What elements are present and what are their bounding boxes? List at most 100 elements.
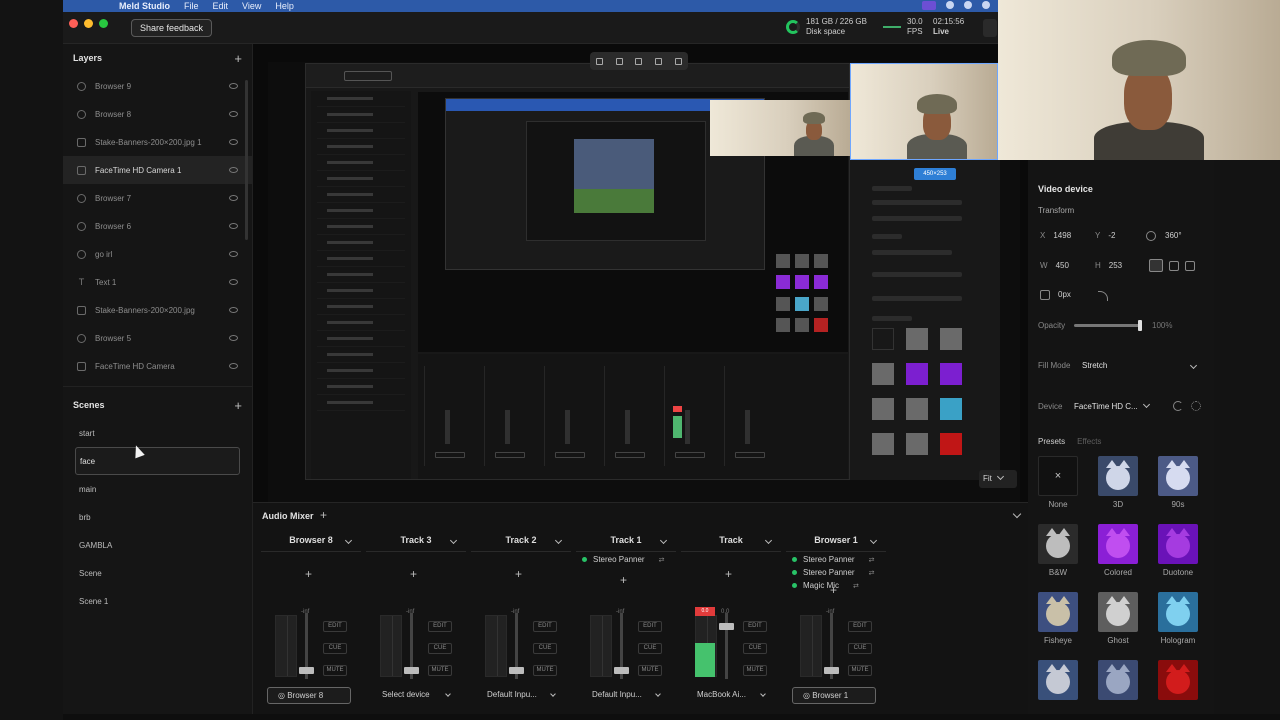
layer-item[interactable]: Stake-Banners-200×200.jpg — [63, 296, 252, 324]
layer-item[interactable]: Browser 6 — [63, 212, 252, 240]
scene-item[interactable]: brb — [63, 503, 252, 531]
effect-settings-icon[interactable]: ⇄ — [853, 582, 859, 590]
corner-radius-field[interactable]: 0px — [1050, 290, 1071, 299]
collapse-mixer-icon[interactable] — [1012, 509, 1022, 519]
edit-button[interactable]: EDIT — [638, 621, 662, 632]
mute-button[interactable]: MUTE — [848, 665, 872, 676]
input-device-select[interactable]: ◎ Browser 1 — [792, 687, 876, 704]
layer-item[interactable]: T Text 1 — [63, 268, 252, 296]
preset-item[interactable]: Duotone — [1156, 524, 1200, 577]
tab-presets[interactable]: Presets — [1038, 437, 1065, 446]
eye-icon[interactable] — [229, 195, 238, 201]
control-center-icon[interactable] — [982, 1, 990, 9]
cue-button[interactable]: CUE — [848, 643, 872, 654]
fill-mode-select[interactable]: Stretch — [1082, 361, 1200, 370]
menu-file[interactable]: File — [184, 1, 199, 11]
add-effect-button[interactable]: + — [410, 567, 417, 581]
width-field[interactable]: W 450 — [1040, 261, 1069, 270]
eye-icon[interactable] — [229, 223, 238, 229]
effect-item[interactable]: Magic Mic ⇄ — [792, 581, 859, 590]
mute-button[interactable]: MUTE — [323, 665, 347, 676]
scene-item[interactable]: GAMBLA — [63, 531, 252, 559]
x-field[interactable]: X 1498 — [1040, 231, 1071, 240]
scene-item[interactable]: main — [63, 475, 252, 503]
volume-fader-handle[interactable] — [299, 667, 314, 674]
edit-button[interactable]: EDIT — [533, 621, 557, 632]
refresh-icon[interactable] — [1173, 401, 1183, 411]
edit-button[interactable]: EDIT — [743, 621, 767, 632]
effect-item[interactable]: Stereo Panner ⇄ — [792, 555, 874, 564]
y-field[interactable]: Y -2 — [1095, 231, 1115, 240]
layer-item[interactable]: Browser 7 — [63, 184, 252, 212]
preset-item[interactable] — [1096, 660, 1140, 704]
input-device-select[interactable]: Default Inpu... — [477, 687, 561, 704]
preset-item[interactable]: B&W — [1036, 524, 1080, 577]
layers-scrollbar[interactable] — [245, 80, 248, 240]
volume-fader-handle[interactable] — [614, 667, 629, 674]
scene-item[interactable]: start — [63, 419, 252, 447]
volume-fader-handle[interactable] — [719, 623, 734, 630]
cue-button[interactable]: CUE — [743, 643, 767, 654]
eye-icon[interactable] — [229, 167, 238, 173]
layer-item[interactable]: Browser 8 — [63, 100, 252, 128]
flip-horizontal-icon[interactable] — [1169, 261, 1179, 271]
menu-edit[interactable]: Edit — [213, 1, 229, 11]
eye-icon[interactable] — [229, 363, 238, 369]
eye-icon[interactable] — [229, 111, 238, 117]
preset-item[interactable]: Colored — [1096, 524, 1140, 577]
layer-item[interactable]: Stake-Banners-200×200.jpg 1 — [63, 128, 252, 156]
cue-button[interactable]: CUE — [323, 643, 347, 654]
effect-settings-icon[interactable]: ⇄ — [659, 556, 665, 564]
rotate-tool-icon[interactable] — [674, 57, 682, 65]
add-scene-button[interactable]: + — [234, 398, 242, 413]
preset-item[interactable]: 3D — [1096, 456, 1140, 509]
eye-icon[interactable] — [229, 139, 238, 145]
device-select[interactable]: FaceTime HD C... — [1074, 400, 1150, 411]
close-window-icon[interactable] — [69, 19, 78, 28]
input-device-select[interactable]: ◎ Browser 8 — [267, 687, 351, 704]
scene-item[interactable]: Scene — [63, 559, 252, 587]
add-layer-button[interactable]: + — [234, 51, 242, 66]
input-device-select[interactable]: Default Inpu... — [582, 687, 666, 704]
input-device-select[interactable]: MacBook Ai... — [687, 687, 771, 704]
preset-item[interactable] — [1156, 660, 1200, 704]
go-live-button[interactable] — [983, 19, 997, 37]
mute-button[interactable]: MUTE — [533, 665, 557, 676]
eye-icon[interactable] — [229, 279, 238, 285]
preset-item[interactable]: × None — [1036, 456, 1080, 509]
height-field[interactable]: H 253 — [1095, 261, 1122, 270]
preset-item[interactable] — [1036, 660, 1080, 704]
rotation-field[interactable]: 360° — [1165, 231, 1182, 240]
tab-effects[interactable]: Effects — [1077, 437, 1101, 446]
corner-style-icon[interactable] — [1098, 291, 1108, 301]
add-effect-button[interactable]: + — [515, 567, 522, 581]
add-effect-button[interactable]: + — [830, 583, 837, 597]
volume-fader-handle[interactable] — [509, 667, 524, 674]
menu-view[interactable]: View — [242, 1, 261, 11]
minimize-window-icon[interactable] — [84, 19, 93, 28]
flip-tool-icon[interactable] — [655, 57, 663, 65]
camera-source-selected[interactable] — [850, 63, 998, 160]
edit-button[interactable]: EDIT — [848, 621, 872, 632]
layer-item[interactable]: Browser 5 — [63, 324, 252, 352]
zoom-fit-select[interactable]: Fit — [979, 470, 1017, 488]
fit-tool-icon[interactable] — [615, 57, 623, 65]
record-indicator-icon[interactable] — [922, 1, 936, 10]
add-effect-button[interactable]: + — [305, 567, 312, 581]
menu-app-name[interactable]: Meld Studio — [119, 1, 170, 11]
preset-item[interactable]: Fisheye — [1036, 592, 1080, 645]
gear-icon[interactable] — [1191, 401, 1201, 411]
preset-item[interactable]: Ghost — [1096, 592, 1140, 645]
edit-button[interactable]: EDIT — [323, 621, 347, 632]
preset-item[interactable]: 90s — [1156, 456, 1200, 509]
add-effect-button[interactable]: + — [725, 567, 732, 581]
menu-help[interactable]: Help — [275, 1, 294, 11]
opacity-slider-handle[interactable] — [1138, 320, 1142, 331]
scene-item[interactable]: face — [75, 447, 240, 475]
layer-item[interactable]: Browser 9 — [63, 72, 252, 100]
mute-button[interactable]: MUTE — [638, 665, 662, 676]
layer-item[interactable]: FaceTime HD Camera — [63, 352, 252, 380]
eye-icon[interactable] — [229, 83, 238, 89]
effect-settings-icon[interactable]: ⇄ — [869, 569, 875, 577]
volume-fader-handle[interactable] — [824, 667, 839, 674]
